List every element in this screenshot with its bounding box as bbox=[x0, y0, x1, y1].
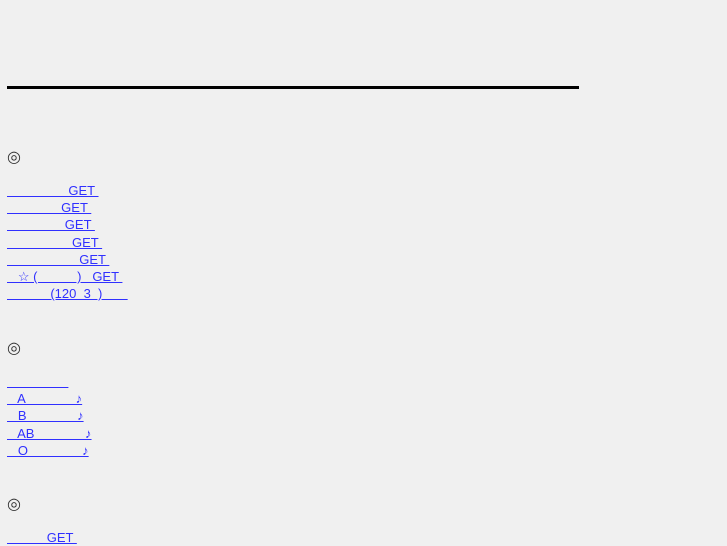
section-heading-3: ◎ bbox=[7, 496, 21, 513]
list-link[interactable]: GET bbox=[7, 182, 99, 199]
list-link[interactable]: B ♪ bbox=[7, 407, 84, 424]
list-link[interactable] bbox=[7, 373, 68, 390]
link-list-1: GET GET GET GET GET ☆ ( ) GET (120 3 ) bbox=[7, 182, 128, 302]
section-heading-2: ◎ bbox=[7, 340, 21, 357]
list-link[interactable]: (120 3 ) bbox=[7, 285, 128, 302]
list-link[interactable]: ☆ ( ) GET bbox=[7, 268, 122, 285]
link-list-2: A ♪ B ♪ AB ♪ O ♪ bbox=[7, 373, 91, 459]
list-link[interactable]: O ♪ bbox=[7, 442, 89, 459]
list-link[interactable]: GET bbox=[7, 251, 109, 268]
section-heading-1: ◎ bbox=[7, 149, 21, 166]
list-link[interactable]: GET bbox=[7, 529, 77, 546]
link-list-3: GET bbox=[7, 529, 77, 546]
horizontal-rule bbox=[7, 86, 579, 89]
list-link[interactable]: AB ♪ bbox=[7, 425, 91, 442]
list-link[interactable]: GET bbox=[7, 199, 91, 216]
list-link[interactable]: GET bbox=[7, 234, 102, 251]
list-link[interactable]: GET bbox=[7, 216, 95, 233]
list-link[interactable]: A ♪ bbox=[7, 390, 82, 407]
